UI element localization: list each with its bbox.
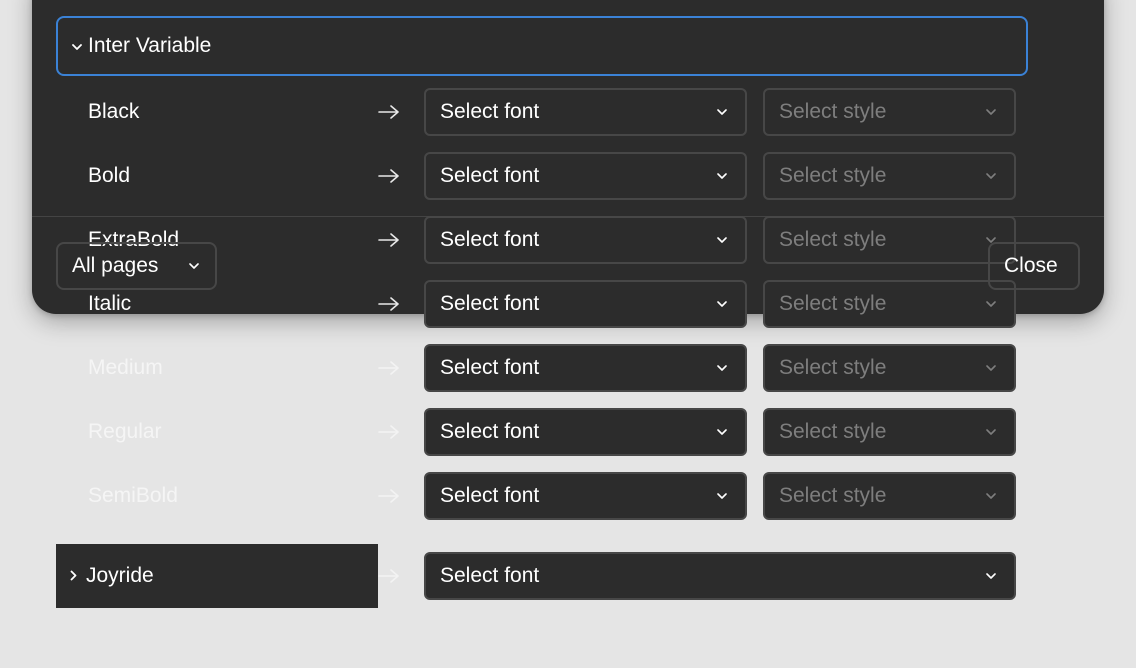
pages-dropdown-label: All pages bbox=[72, 254, 159, 277]
style-select-label: Select style bbox=[779, 100, 887, 123]
arrow-right-icon bbox=[377, 360, 401, 376]
font-select-label: Select font bbox=[440, 356, 540, 379]
family-header-inter-variable[interactable]: Inter Variable bbox=[56, 16, 1028, 76]
style-select-label: Select style bbox=[779, 356, 887, 379]
arrow-right-icon bbox=[377, 232, 401, 248]
arrow-right-icon bbox=[377, 296, 401, 312]
chevron-down-icon bbox=[72, 40, 82, 53]
chevron-down-icon bbox=[986, 301, 996, 307]
font-select[interactable]: Select font bbox=[424, 280, 747, 328]
chevron-down-icon bbox=[986, 573, 996, 579]
pages-dropdown-button[interactable]: All pages bbox=[56, 242, 217, 290]
style-row-black: Black Select font Select style bbox=[0, 88, 1136, 136]
style-select-label: Select style bbox=[779, 420, 887, 443]
style-select[interactable]: Select style bbox=[763, 472, 1016, 520]
font-select-label: Select font bbox=[440, 564, 540, 587]
chevron-down-icon bbox=[986, 493, 996, 499]
font-select[interactable]: Select font bbox=[424, 216, 747, 264]
family-row-joyride: Select font bbox=[0, 552, 1136, 600]
style-name: Black bbox=[88, 100, 140, 123]
font-select[interactable]: Select font bbox=[424, 344, 747, 392]
family-name: Inter Variable bbox=[88, 34, 212, 57]
font-select[interactable]: Select font bbox=[424, 408, 747, 456]
arrow-right-icon bbox=[377, 424, 401, 440]
chevron-down-icon bbox=[986, 365, 996, 371]
font-select-label: Select font bbox=[440, 292, 540, 315]
chevron-down-icon bbox=[717, 301, 727, 307]
style-select-label: Select style bbox=[779, 164, 887, 187]
chevron-down-icon bbox=[717, 429, 727, 435]
arrow-right-icon bbox=[377, 488, 401, 504]
style-name: Italic bbox=[88, 292, 132, 315]
font-select[interactable]: Select font bbox=[424, 472, 747, 520]
chevron-down-icon bbox=[986, 429, 996, 435]
style-row-regular: Regular Select font Select style bbox=[0, 408, 1136, 456]
style-name: SemiBold bbox=[88, 484, 178, 507]
chevron-down-icon bbox=[986, 109, 996, 115]
font-select-label: Select font bbox=[440, 100, 540, 123]
close-button-label: Close bbox=[1004, 254, 1058, 277]
style-row-medium: Medium Select font Select style bbox=[0, 344, 1136, 392]
chevron-down-icon bbox=[717, 365, 727, 371]
style-select[interactable]: Select style bbox=[763, 408, 1016, 456]
style-name: Bold bbox=[88, 164, 131, 187]
style-select[interactable]: Select style bbox=[763, 152, 1016, 200]
style-row-semibold: SemiBold Select font Select style bbox=[0, 472, 1136, 520]
style-select[interactable]: Select style bbox=[763, 216, 1016, 264]
style-select-label: Select style bbox=[779, 484, 887, 507]
arrow-right-icon bbox=[377, 104, 401, 120]
chevron-down-icon bbox=[717, 109, 727, 115]
font-select[interactable]: Select font bbox=[424, 88, 747, 136]
font-select-label: Select font bbox=[440, 228, 540, 251]
font-select[interactable]: Select font bbox=[424, 152, 747, 200]
arrow-right-icon bbox=[377, 568, 401, 584]
style-name: Medium bbox=[88, 356, 163, 379]
style-row-bold: Bold Select font Select style bbox=[0, 152, 1136, 200]
font-select-label: Select font bbox=[440, 420, 540, 443]
arrow-right-icon bbox=[377, 168, 401, 184]
style-select-label: Select style bbox=[779, 228, 887, 251]
chevron-down-icon bbox=[717, 493, 727, 499]
chevron-down-icon bbox=[986, 173, 996, 179]
style-name: Regular bbox=[88, 420, 162, 443]
style-select[interactable]: Select style bbox=[763, 344, 1016, 392]
style-select[interactable]: Select style bbox=[763, 88, 1016, 136]
chevron-down-icon bbox=[189, 263, 199, 269]
style-select-label: Select style bbox=[779, 292, 887, 315]
close-button[interactable]: Close bbox=[988, 242, 1080, 290]
style-select[interactable]: Select style bbox=[763, 280, 1016, 328]
font-select-label: Select font bbox=[440, 164, 540, 187]
chevron-down-icon bbox=[717, 237, 727, 243]
font-select-label: Select font bbox=[440, 484, 540, 507]
chevron-down-icon bbox=[717, 173, 727, 179]
font-select[interactable]: Select font bbox=[424, 552, 1016, 600]
